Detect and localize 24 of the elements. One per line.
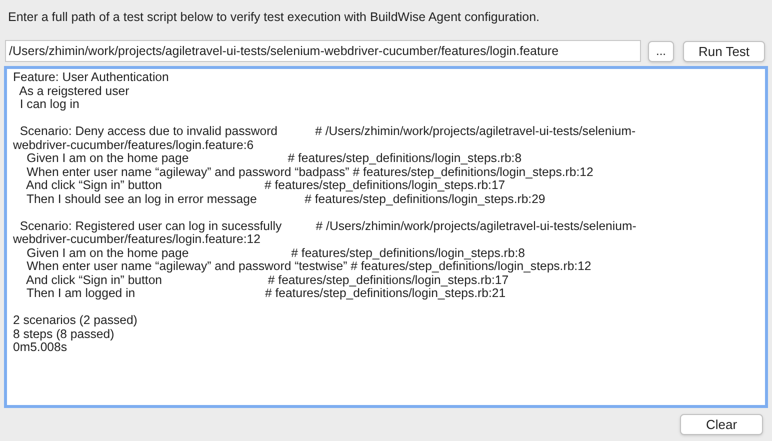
browse-button[interactable]: ...: [648, 40, 674, 62]
output-line: I can log in: [18, 98, 80, 112]
output-line: webdriver-cucumber/features/login.feature:6: [13, 138, 254, 152]
output-line: 0m5.008s: [13, 341, 68, 354]
output-line: And click “Sign in” button # features/step_definitions/login_steps.rb:17: [24, 274, 509, 287]
output-area[interactable]: [4, 66, 768, 408]
output-line: And click “Sign in” button # features/step_definitions/login_steps.rb:17: [24, 179, 506, 192]
output-line: Feature: User Authentication: [13, 71, 169, 84]
path-field[interactable]: /Users/zhimin/work/projects/agiletravel-ui-tests/selenium-webdriver-cucumber/features/login.feature: [5, 40, 641, 62]
output-line: 8 steps (8 passed): [13, 328, 114, 341]
output-line: As a reigstered user: [18, 84, 130, 98]
output-line: Given I am on the home page # features/step_definitions/login_steps.rb:8: [26, 152, 522, 166]
output-line: Scenario: Registered user can log in sucessfully # /Users/zhimin/work/projects/agiletravel-ui-tests/selenium-: [18, 220, 636, 233]
output-line: When enter user name “agileway” and password “testwise” # features/step_definitions/login_steps.rb:12: [26, 260, 592, 274]
instruction-text: Enter a full path of a test script below to verify test execution with BuildWise Agent configuration.: [7, 9, 541, 26]
run-test-button[interactable]: Run Test: [683, 40, 766, 62]
output-line: Then I should see an log in error message # features/step_definitions/login_steps.rb:29: [25, 192, 546, 206]
output-line: Scenario: Deny access due to invalid password # /Users/zhimin/work/projects/agiletravel-ui-tests/selenium-: [18, 125, 636, 138]
output-line: Given I am on the home page # features/step_definitions/login_steps.rb:8: [26, 246, 525, 260]
clear-button[interactable]: Clear: [680, 414, 763, 435]
output-line: Then I am logged in # features/step_definitions/login_steps.rb:21: [25, 287, 506, 300]
output-line: webdriver-cucumber/features/login.feature:12: [13, 233, 260, 246]
output-line: When enter user name “agileway” and password “badpass” # features/step_definitions/login_steps.rb:12: [26, 166, 594, 179]
output-line: 2 scenarios (2 passed): [13, 314, 138, 328]
